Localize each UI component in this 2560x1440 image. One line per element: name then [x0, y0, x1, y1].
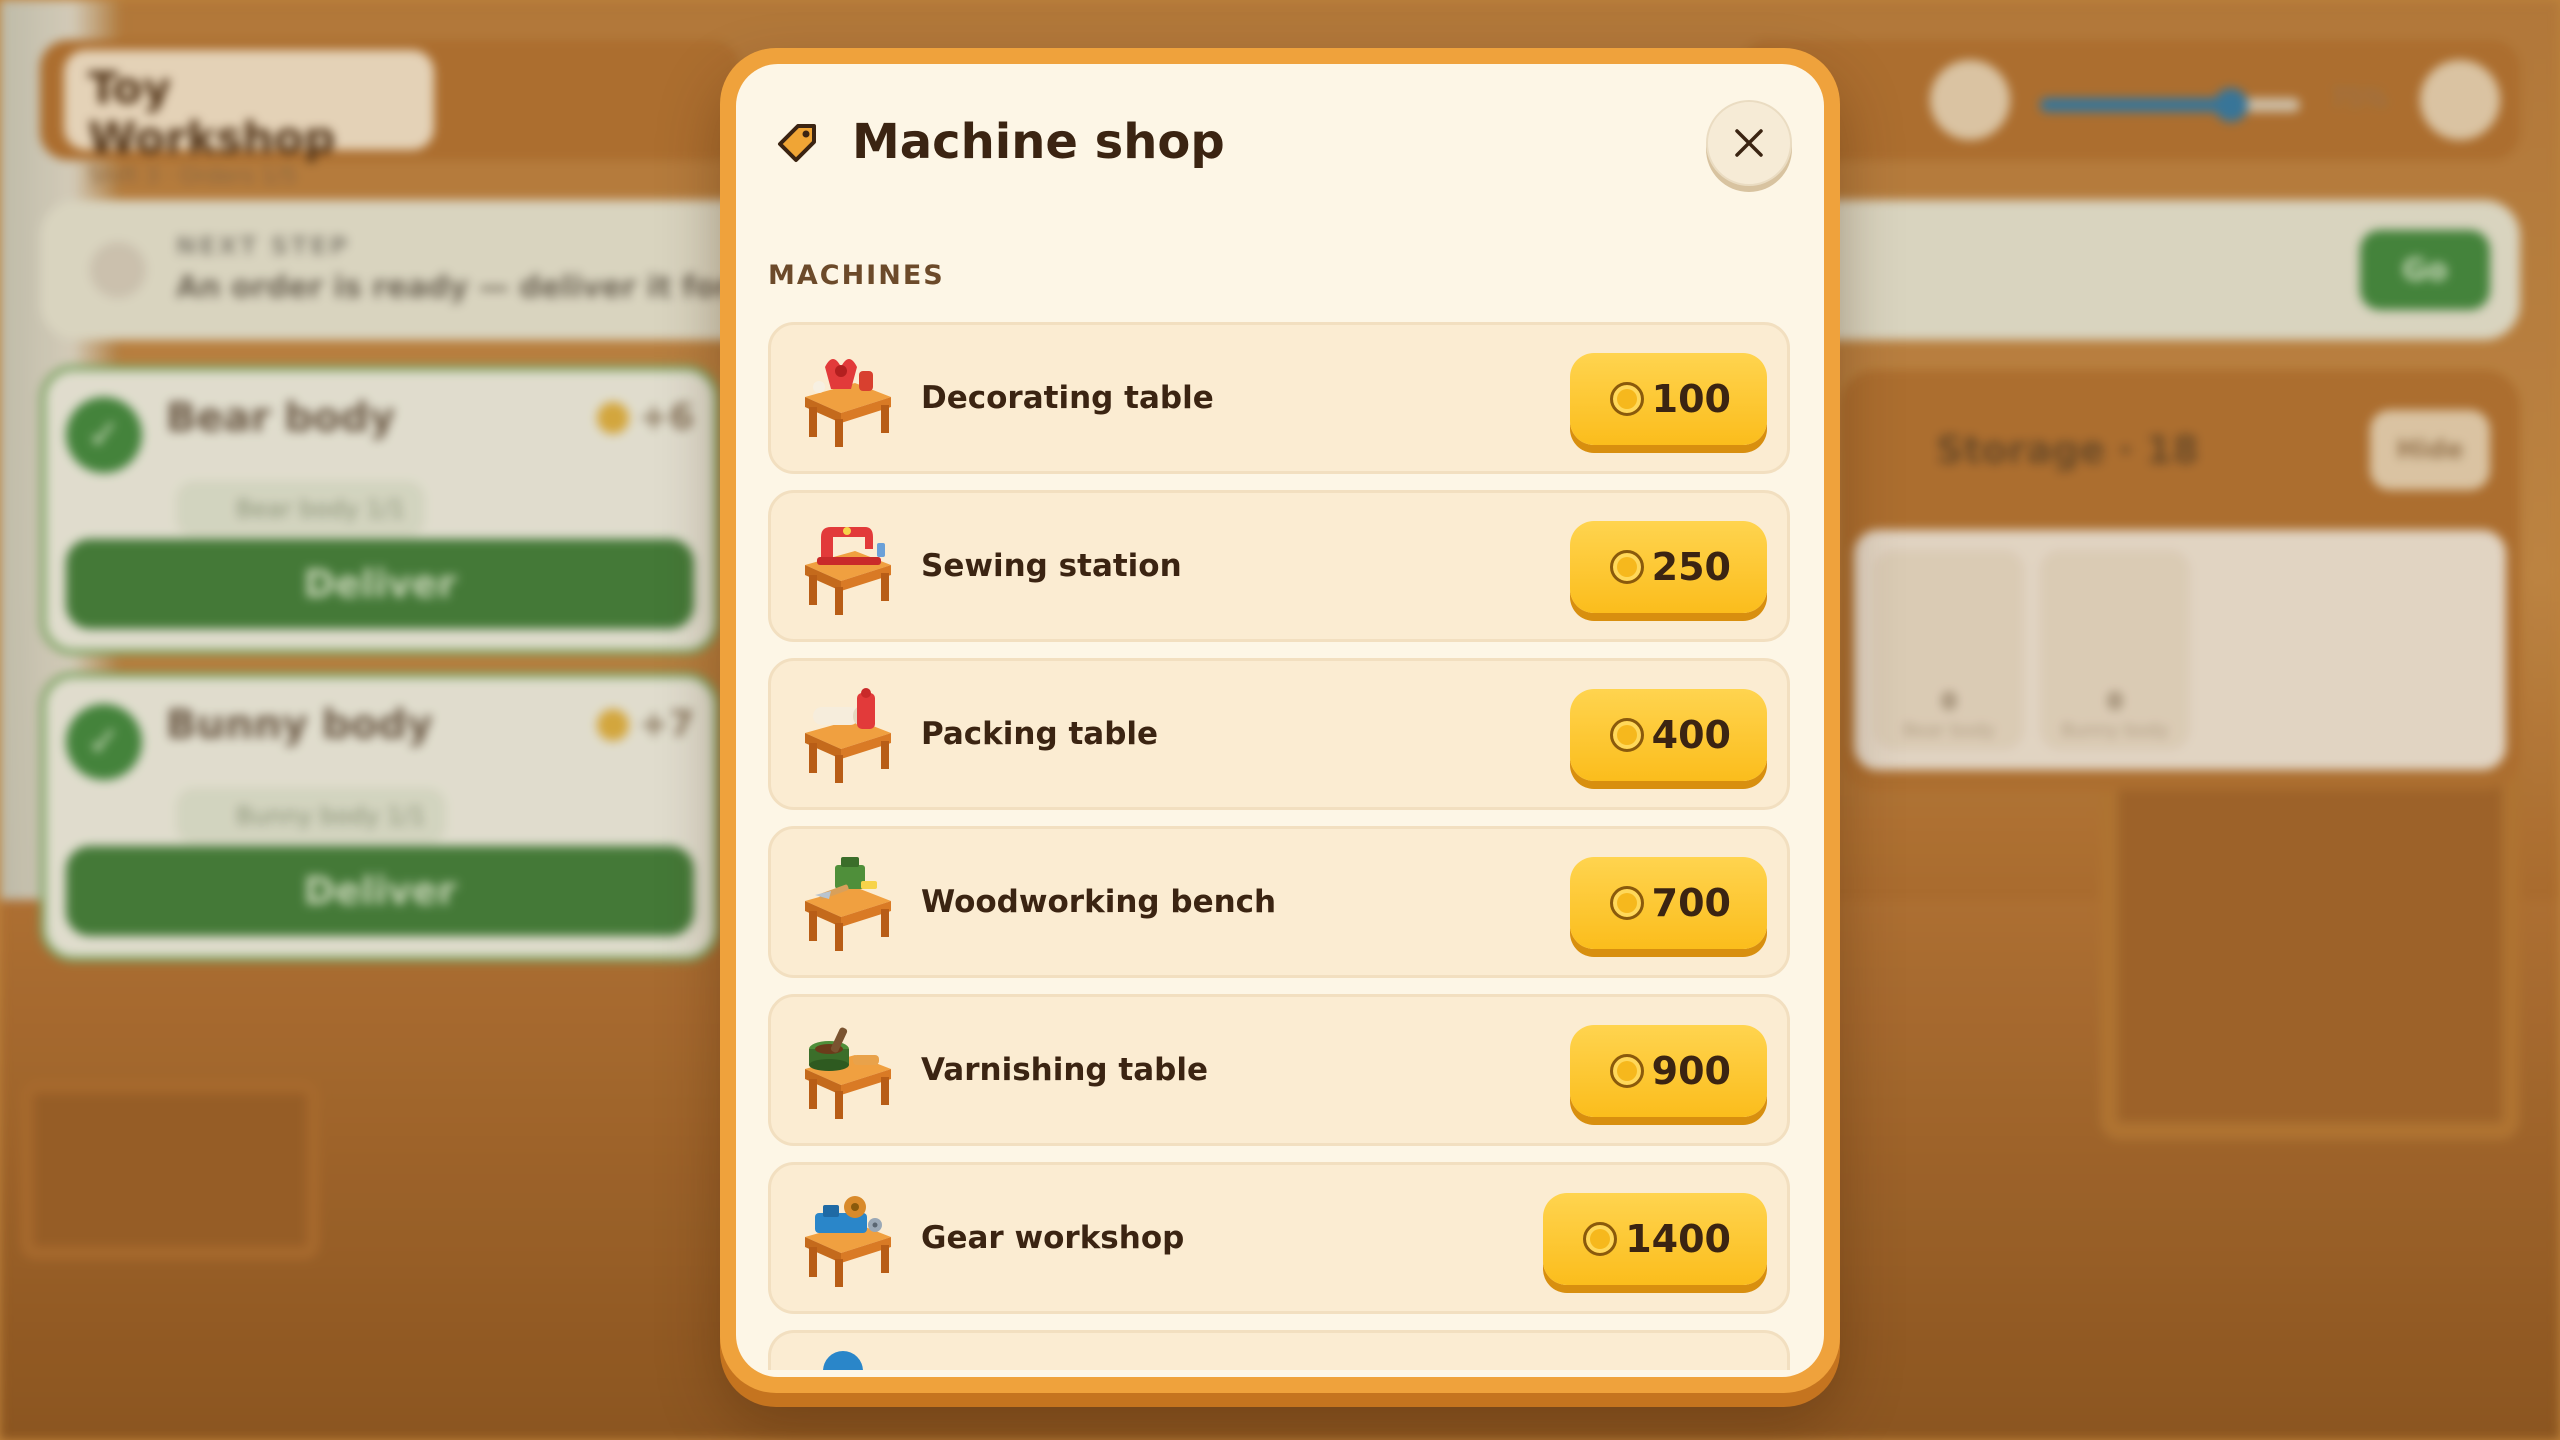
modal-body: Machine shop MACHINES Decorating table 1… — [736, 64, 1824, 1377]
coin-icon — [1609, 718, 1644, 752]
machine-row-packing-table: Packing table 400 — [768, 658, 1790, 810]
varnishing-table-icon — [805, 1027, 891, 1119]
buy-button[interactable]: 250 — [1569, 521, 1767, 613]
machine-name: Packing table — [921, 716, 1159, 752]
coin-icon — [1609, 886, 1644, 920]
buy-button[interactable]: 1400 — [1543, 1193, 1767, 1285]
modal-title: Machine shop — [852, 114, 1225, 170]
machine-name: Decorating table — [921, 380, 1214, 416]
machine-name: Varnishing table — [921, 1052, 1208, 1088]
gear-workshop-icon — [805, 1196, 891, 1287]
machine-name: Woodworking bench — [921, 884, 1277, 920]
machine-row-varnishing-table: Varnishing table 900 — [768, 994, 1790, 1146]
packing-table-icon — [805, 688, 891, 783]
buy-button[interactable]: 400 — [1569, 689, 1767, 781]
close-icon — [1735, 129, 1763, 157]
machine-row-next — [768, 1330, 1790, 1370]
machine-row-sewing-station: Sewing station 250 — [768, 490, 1790, 642]
machine-row-woodworking-bench: Woodworking bench 700 — [768, 826, 1790, 978]
coin-icon — [1609, 1054, 1644, 1088]
buy-button[interactable]: 900 — [1569, 1025, 1767, 1117]
section-label: MACHINES — [768, 260, 945, 291]
decorating-table-icon — [805, 359, 891, 447]
price-value: 700 — [1651, 881, 1731, 925]
price-value: 250 — [1651, 545, 1731, 589]
price-value: 900 — [1651, 1049, 1731, 1093]
machine-row-gear-workshop: Gear workshop 1400 — [768, 1162, 1790, 1314]
machine-name: Sewing station — [921, 548, 1182, 584]
coin-icon — [1583, 1222, 1618, 1256]
machine-name: Gear workshop — [921, 1220, 1185, 1256]
coin-icon — [1609, 382, 1644, 416]
price-value: 1400 — [1625, 1217, 1731, 1261]
modal-header: Machine shop — [774, 114, 1225, 170]
coin-icon — [1609, 550, 1644, 584]
woodworking-bench-icon — [805, 857, 891, 951]
machine-list: Decorating table 100 Sewing station 250 … — [768, 322, 1790, 1377]
machine-icon — [823, 1351, 863, 1370]
price-value: 400 — [1651, 713, 1731, 757]
sewing-station-icon — [805, 527, 891, 615]
close-button[interactable] — [1706, 100, 1792, 186]
machine-shop-modal: Machine shop MACHINES Decorating table 1… — [720, 48, 1840, 1393]
machine-row-decorating-table: Decorating table 100 — [768, 322, 1790, 474]
buy-button[interactable]: 700 — [1569, 857, 1767, 949]
tag-icon — [778, 124, 816, 162]
buy-button[interactable]: 100 — [1569, 353, 1767, 445]
price-value: 100 — [1651, 377, 1731, 421]
